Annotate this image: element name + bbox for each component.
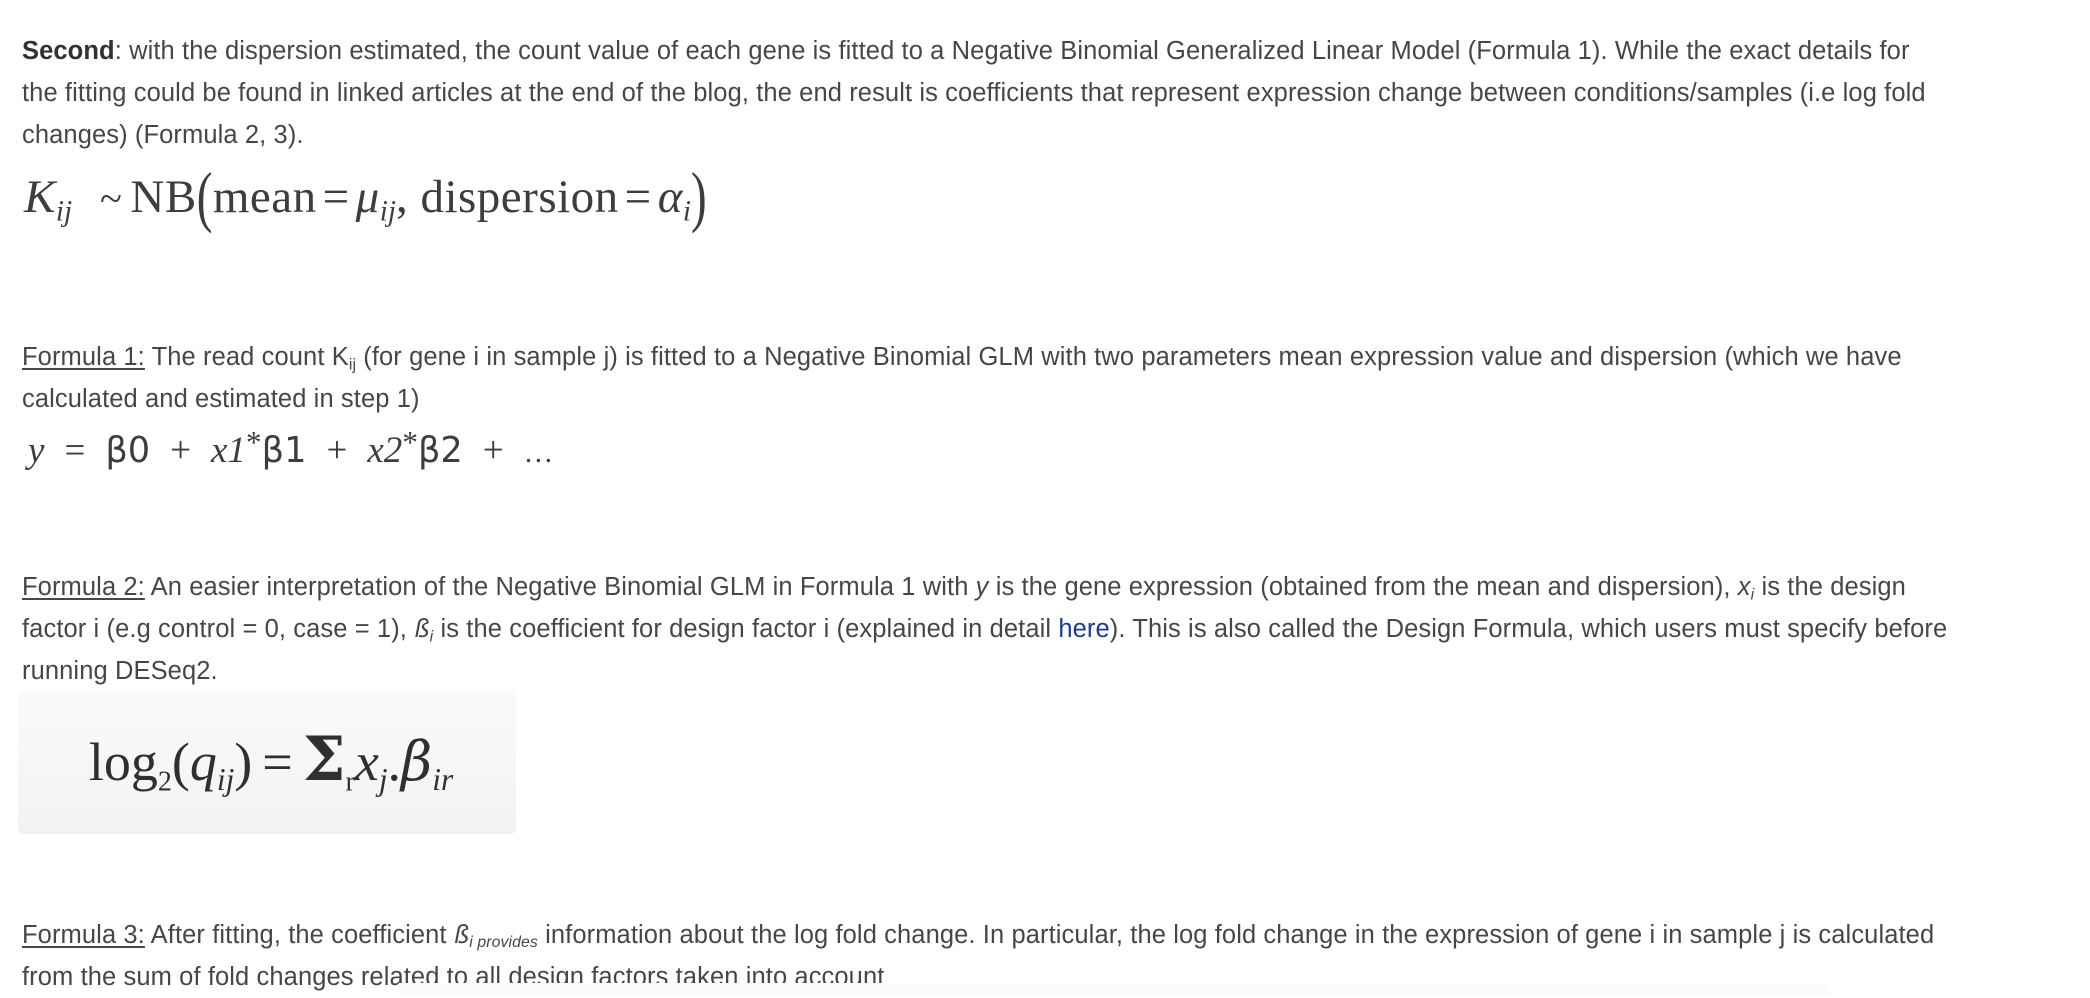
formula-1-param-1-value: μ	[355, 171, 380, 223]
formula-1-caption-subscript: ij	[348, 355, 357, 373]
formula-1-close-paren: )	[690, 159, 708, 235]
formula-2-caption: Formula 2: An easier interpretation of t…	[22, 566, 1952, 692]
formula-1-equals-2: =	[624, 171, 652, 223]
intro-lead-label: Second	[22, 36, 115, 65]
formula-1-relation: ~	[100, 176, 123, 221]
formula-2-caption-text-4: is the coefficient for design factor i (…	[433, 614, 1059, 643]
intro-paragraph-text: : with the dispersion estimated, the cou…	[22, 36, 1926, 149]
formula-3-log-label: log	[88, 731, 158, 792]
formula-2-caption-var-x: x	[1737, 572, 1751, 601]
formula-1-param-2-name: dispersion	[420, 171, 619, 223]
formula-3-figure: log2(qij) = Σrxj.βir	[18, 690, 516, 834]
formula-2-plus-1: +	[170, 429, 191, 471]
formula-3-x-variable: x	[354, 731, 379, 792]
intro-paragraph: Second: with the dispersion estimated, t…	[22, 30, 1952, 156]
formula-3-open-paren: (	[171, 731, 190, 792]
formula-2-star-2: *	[402, 425, 418, 460]
formula-2-caption-label: Formula 2:	[22, 572, 145, 601]
formula-1-equals-1: =	[322, 171, 350, 223]
formula-2-intercept: β0	[105, 429, 151, 471]
article-page: Second: with the dispersion estimated, t…	[0, 0, 2090, 996]
formula-3-beta-variable: β	[401, 729, 433, 793]
formula-1-equation: Kij ~ NB(mean = μij, dispersion = αi)	[24, 159, 707, 234]
formula-1-param-1-subscript: ij	[379, 195, 396, 228]
formula-2-ellipsis: …	[523, 436, 555, 469]
formula-3-close-paren: )	[234, 731, 253, 792]
formula-2-b1: β1	[261, 429, 307, 471]
formula-2-lhs: y	[28, 429, 45, 471]
formula-3-caption-var-beta: ß	[453, 919, 470, 949]
formula-2-x2: x2	[367, 429, 403, 471]
formula-2-star-1: *	[245, 425, 262, 460]
formula-1-caption-text-1: The read count K	[144, 342, 349, 371]
formula-1-distribution: NB	[130, 171, 197, 223]
formula-1-comma: ,	[395, 171, 421, 223]
formula-1-caption-label: Formula 1:	[22, 342, 145, 371]
formula-1-open-paren: (	[196, 159, 213, 235]
page-bottom-edge	[400, 983, 1830, 996]
formula-3-lhs-variable: q	[189, 731, 217, 792]
formula-3-summation: Σ	[302, 723, 346, 795]
formula-2-x1: x1	[210, 429, 246, 471]
formula-3-lhs-subscript: ij	[216, 761, 235, 797]
formula-3-beta-subscript: ir	[432, 761, 454, 797]
formula-2-b2: β2	[417, 429, 463, 471]
formula-2-caption-text-1: An easier interpretation of the Negative…	[144, 572, 976, 601]
formula-2-caption-var-beta: ß	[414, 613, 430, 643]
formula-1-caption: Formula 1: The read count Kij (for gene …	[22, 336, 1952, 420]
formula-3-caption-text-1: After fitting, the coefficient	[144, 920, 454, 949]
formula-1-param-1-name: mean	[212, 171, 317, 223]
formula-3-log-base: 2	[157, 766, 172, 798]
formula-3-caption-var-beta-subscript: i provides	[469, 933, 538, 951]
formula-2-caption-text-2: is the gene expression (obtained from th…	[988, 572, 1738, 601]
formula-2-caption-var-y: y	[975, 572, 989, 601]
formula-2-plus-3: +	[482, 429, 504, 471]
formula-3-caption-label: Formula 3:	[22, 920, 145, 949]
formula-3-equation: log2(qij) = Σrxj.βir	[89, 724, 453, 799]
formula-2-caption-here-link[interactable]: here	[1058, 615, 1109, 643]
formula-3-summation-subscript: r	[345, 766, 355, 798]
formula-2-equation: y = β0 + x1*β1 + x2*β2 +…	[28, 425, 554, 472]
formula-3-x-subscript: j	[378, 761, 388, 797]
formula-1-param-2-value: α	[657, 171, 683, 223]
formula-2-equals: =	[64, 429, 86, 471]
formula-3-equals: =	[262, 731, 293, 792]
formula-1-lhs-subscript: ij	[55, 195, 73, 228]
formula-1-lhs-variable: K	[24, 171, 56, 223]
formula-1-param-2-subscript: i	[682, 195, 691, 228]
formula-3-dot: .	[387, 731, 402, 792]
formula-2-plus-2: +	[326, 429, 348, 471]
